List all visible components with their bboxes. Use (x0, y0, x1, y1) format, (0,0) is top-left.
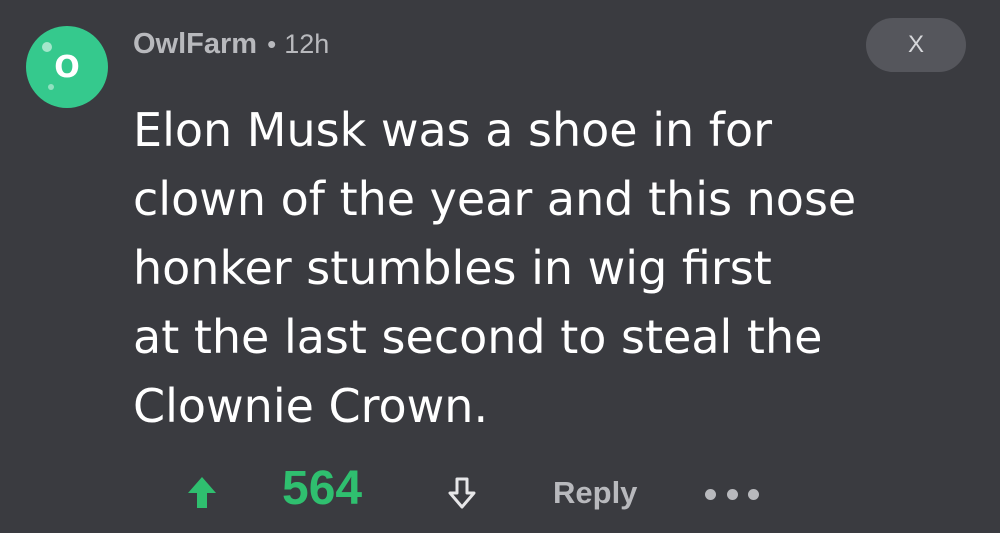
timestamp: 12h (284, 28, 330, 59)
dot-icon (748, 488, 759, 500)
dot-icon (705, 488, 716, 500)
comment-body-line: at the last second to steal the (133, 310, 823, 364)
comment-body: Elon Musk was a shoe in for clown of the… (133, 96, 973, 441)
more-options-icon[interactable] (705, 479, 759, 509)
avatar[interactable]: O (26, 26, 108, 108)
avatar-shine-decoration (42, 42, 52, 52)
upvote-button[interactable] (186, 475, 218, 511)
downvote-button[interactable] (446, 475, 478, 511)
avatar-dot-decoration (48, 84, 54, 90)
vote-score: 564 (282, 462, 363, 515)
dot-icon (726, 488, 738, 500)
comment-body-line: Elon Musk was a shoe in for (133, 103, 773, 157)
avatar-letter: O (54, 50, 80, 85)
close-button[interactable]: X (866, 18, 966, 72)
comment-body-line: Clownie Crown. (133, 379, 489, 433)
close-icon: X (907, 31, 924, 58)
comment-body-line: honker stumbles in wig first (133, 241, 772, 295)
comment-meta: OwlFarm • 12h (133, 24, 329, 64)
reply-button[interactable]: Reply (553, 473, 637, 513)
downvote-arrow-icon (448, 477, 476, 509)
meta-separator: • (267, 28, 277, 59)
upvote-arrow-icon (188, 477, 216, 508)
comment-actions: 564 Reply (0, 455, 1000, 525)
comment-card: O OwlFarm • 12h X Elon Musk was a shoe i… (0, 0, 1000, 533)
username[interactable]: OwlFarm (133, 28, 257, 61)
comment-body-line: clown of the year and this nose (133, 172, 857, 226)
